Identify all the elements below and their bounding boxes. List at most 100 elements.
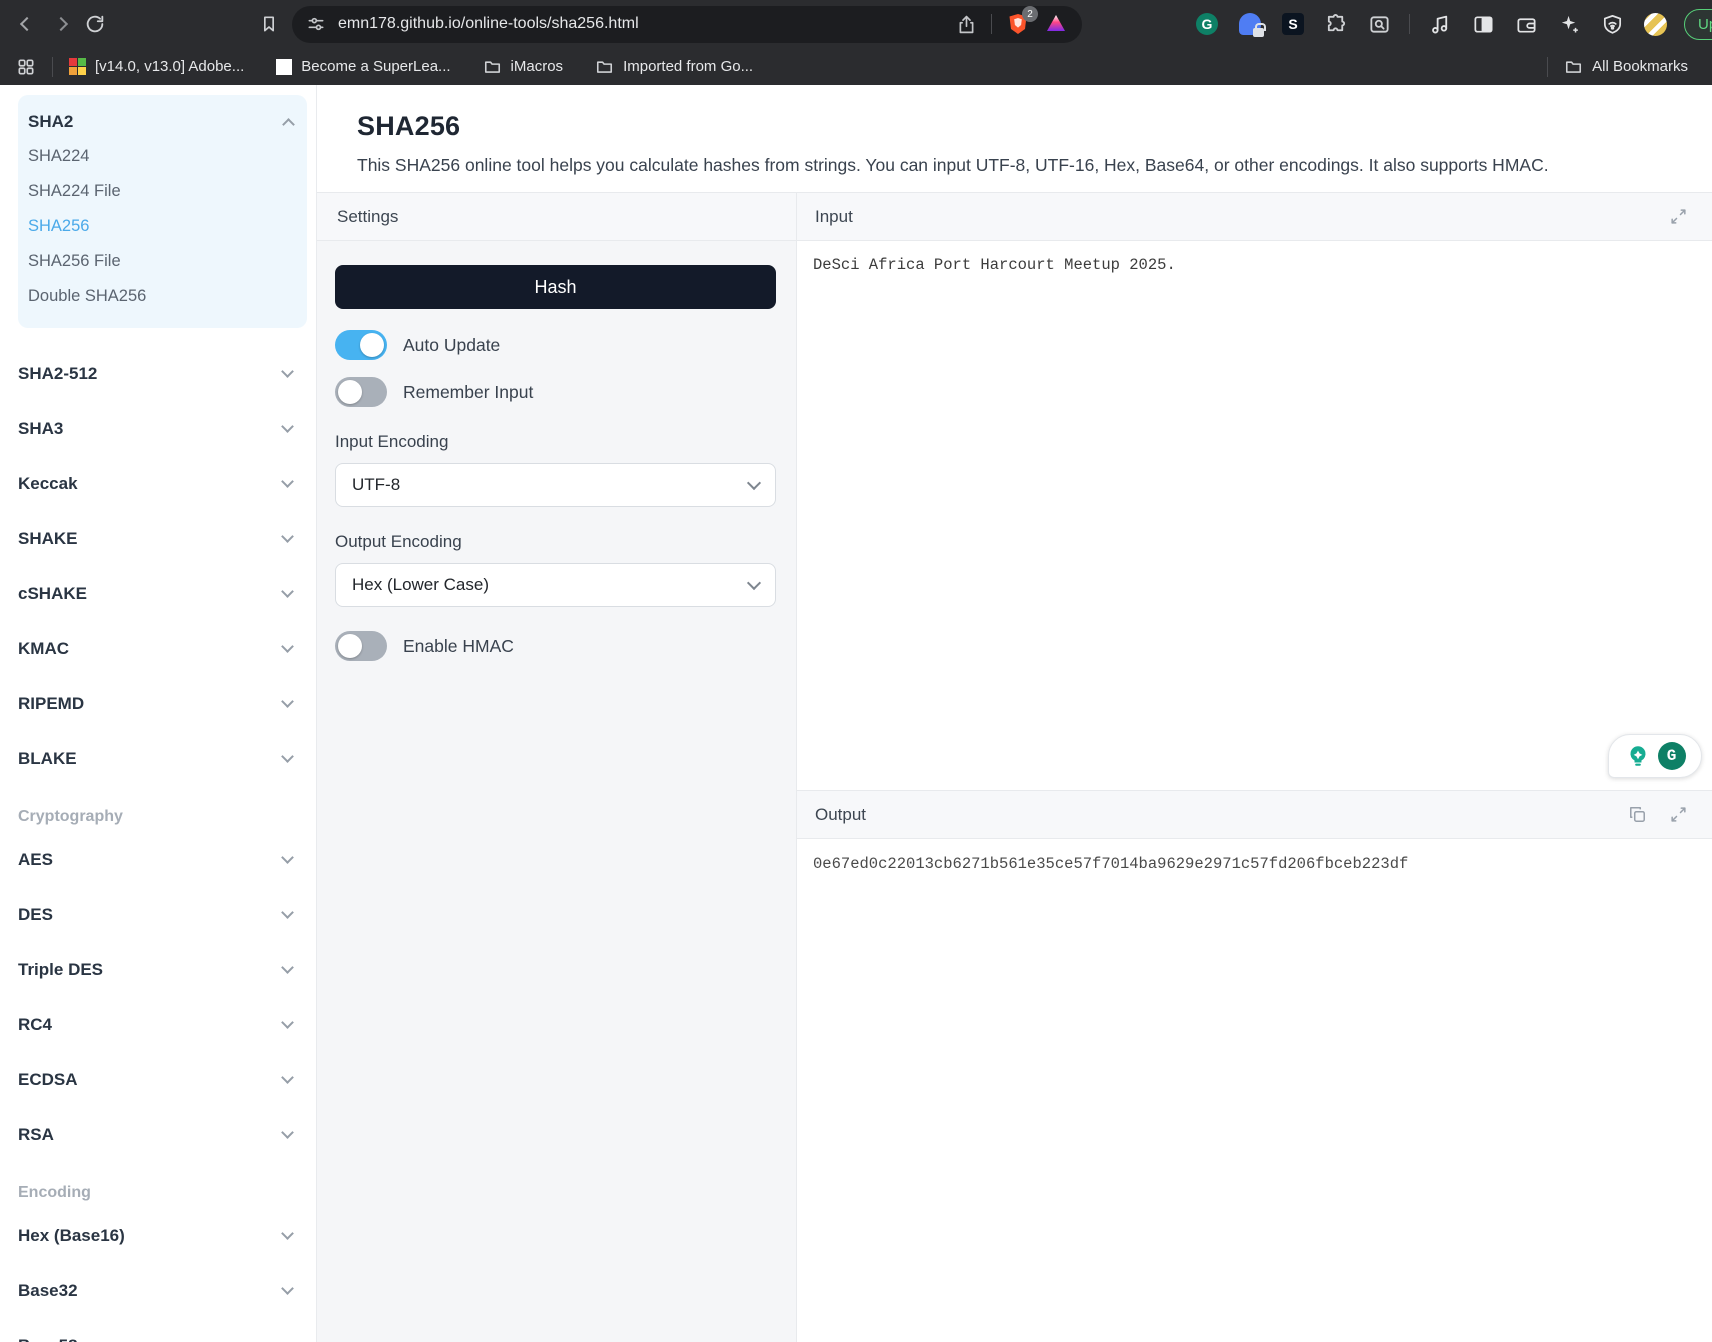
sidebar-group-triple-des[interactable]: Triple DES — [18, 942, 292, 997]
folder-icon — [1564, 57, 1583, 76]
folder-icon — [595, 57, 614, 76]
sidebar-group-base32[interactable]: Base32 — [18, 1263, 292, 1318]
bookmarks-bar: [v14.0, v13.0] Adobe... Become a SuperLe… — [0, 48, 1712, 85]
sidebar-group-aes[interactable]: AES — [18, 832, 292, 887]
sidebar-group-cshake[interactable]: cSHAKE — [18, 566, 292, 621]
s-extension-icon[interactable]: S — [1280, 11, 1306, 37]
browser-toolbar: emn178.github.io/online-tools/sha256.htm… — [0, 0, 1712, 48]
sidebar-group-des[interactable]: DES — [18, 887, 292, 942]
apps-grid-icon[interactable] — [16, 57, 36, 77]
page-title: SHA256 — [357, 111, 1672, 142]
sidebar-group-shake[interactable]: SHAKE — [18, 511, 292, 566]
leo-ai-icon[interactable] — [1556, 11, 1582, 37]
bookmark-icon — [259, 14, 279, 34]
sidebar-item-sha256-active[interactable]: SHA256 — [28, 209, 293, 244]
forward-button[interactable] — [44, 7, 78, 41]
copy-output-icon[interactable] — [1628, 805, 1647, 824]
page-header: SHA256 This SHA256 online tool helps you… — [317, 85, 1712, 192]
sidebar-group-rc4[interactable]: RC4 — [18, 997, 292, 1052]
output-expand-icon[interactable] — [1669, 805, 1688, 824]
all-bookmarks-button[interactable]: All Bookmarks — [1564, 57, 1688, 76]
input-expand-icon[interactable] — [1669, 207, 1688, 226]
sidebar-item-double-sha256[interactable]: Double SHA256 — [28, 279, 293, 314]
sidebar-group-keccak[interactable]: Keccak — [18, 456, 292, 511]
chevron-down-icon — [281, 640, 294, 653]
chevron-down-icon — [281, 695, 294, 708]
reload-icon — [84, 13, 106, 35]
output-panel-header: Output — [797, 791, 1712, 839]
reload-button[interactable] — [78, 7, 112, 41]
grammarly-logo-icon: G — [1658, 742, 1686, 770]
vpn-shield-icon[interactable] — [1599, 11, 1625, 37]
sidebar-group-sha2-header[interactable]: SHA2 — [28, 105, 293, 139]
site-settings-tune-icon[interactable] — [306, 14, 326, 34]
url-text[interactable]: emn178.github.io/online-tools/sha256.htm… — [338, 15, 956, 33]
sidebar-group-ripemd[interactable]: RIPEMD — [18, 676, 292, 731]
share-icon[interactable] — [956, 14, 977, 35]
gold-profile-badge-icon[interactable] — [1642, 11, 1668, 37]
auto-update-toggle[interactable] — [335, 330, 387, 360]
browser-update-menu-button[interactable]: Update — [1684, 9, 1712, 40]
bookmarks-right-divider — [1547, 57, 1548, 77]
bookmark-adobe[interactable]: [v14.0, v13.0] Adobe... — [69, 58, 244, 75]
input-encoding-label: Input Encoding — [335, 432, 776, 452]
main-area: SHA256 This SHA256 online tool helps you… — [317, 85, 1712, 1342]
brave-shield-button[interactable]: 2 — [1006, 12, 1030, 36]
grammarly-extension-icon[interactable]: G — [1194, 11, 1220, 37]
toolbar-divider — [1409, 14, 1410, 34]
sidebar-group-hex-base16[interactable]: Hex (Base16) — [18, 1208, 292, 1263]
io-panel: Input DeSci Africa Port Harcourt Meetup … — [797, 193, 1712, 1342]
folder-icon — [483, 57, 502, 76]
sidebar-group-base58[interactable]: Base58 — [18, 1318, 292, 1342]
chevron-down-icon — [747, 575, 761, 589]
shield-badge: 2 — [1022, 6, 1038, 22]
settings-panel-header: Settings — [317, 193, 796, 241]
chevron-down-icon — [281, 475, 294, 488]
hash-button[interactable]: Hash — [335, 265, 776, 309]
sidebar-group-rsa[interactable]: RSA — [18, 1107, 292, 1162]
page-content: SHA2 SHA224 SHA224 File SHA256 SHA256 Fi… — [0, 85, 1712, 1342]
sidebar-group-kmac[interactable]: KMAC — [18, 621, 292, 676]
chevron-up-icon — [282, 118, 295, 131]
sidebar-group-sha3[interactable]: SHA3 — [18, 401, 292, 456]
extensions-puzzle-icon[interactable] — [1323, 11, 1349, 37]
input-encoding-select[interactable]: UTF-8 — [335, 463, 776, 507]
search-tab-icon[interactable] — [1366, 11, 1392, 37]
output-encoding-label: Output Encoding — [335, 532, 776, 552]
chevron-down-icon — [281, 365, 294, 378]
bookmark-this-page-button[interactable] — [252, 7, 286, 41]
chevron-down-icon — [281, 961, 294, 974]
brave-rewards-icon[interactable] — [1044, 12, 1068, 36]
urlbar-divider — [991, 14, 992, 34]
forward-icon — [54, 17, 68, 31]
enable-hmac-toggle[interactable] — [335, 631, 387, 661]
sidebar-group-sha2-512[interactable]: SHA2-512 — [18, 346, 292, 401]
enable-hmac-label: Enable HMAC — [403, 636, 514, 657]
sidebar-group-ecdsa[interactable]: ECDSA — [18, 1052, 292, 1107]
grammarly-widget[interactable]: G — [1608, 734, 1702, 778]
chevron-down-icon — [281, 1282, 294, 1295]
bookmark-folder-imacros[interactable]: iMacros — [483, 57, 564, 76]
bookmarks-divider — [52, 57, 53, 77]
back-button[interactable] — [10, 7, 44, 41]
output-textarea[interactable]: 0e67ed0c22013cb6271b561e35ce57f7014ba962… — [797, 839, 1712, 1342]
sidebar-item-sha224-file[interactable]: SHA224 File — [28, 174, 293, 209]
sidebar-section-cryptography: Cryptography — [18, 808, 298, 826]
remember-input-toggle[interactable] — [335, 377, 387, 407]
url-bar[interactable]: emn178.github.io/online-tools/sha256.htm… — [292, 6, 1082, 43]
sidebar-group-blake[interactable]: BLAKE — [18, 731, 292, 786]
algorithm-sidebar: SHA2 SHA224 SHA224 File SHA256 SHA256 Fi… — [0, 85, 317, 1342]
media-control-icon[interactable] — [1427, 11, 1453, 37]
sidebar-toggle-icon[interactable] — [1470, 11, 1496, 37]
input-textarea[interactable]: DeSci Africa Port Harcourt Meetup 2025. … — [797, 241, 1712, 791]
sidebar-item-sha224[interactable]: SHA224 — [28, 139, 293, 174]
sidebar-item-sha256-file[interactable]: SHA256 File — [28, 244, 293, 279]
chevron-down-icon — [281, 585, 294, 598]
bookmark-folder-imported[interactable]: Imported from Go... — [595, 57, 753, 76]
wallet-icon[interactable] — [1513, 11, 1539, 37]
blue-extension-icon[interactable] — [1237, 11, 1263, 37]
chevron-down-icon — [281, 1337, 294, 1342]
bookmark-superlearner[interactable]: Become a SuperLea... — [276, 58, 450, 75]
adobe-favicon — [69, 58, 86, 75]
output-encoding-select[interactable]: Hex (Lower Case) — [335, 563, 776, 607]
